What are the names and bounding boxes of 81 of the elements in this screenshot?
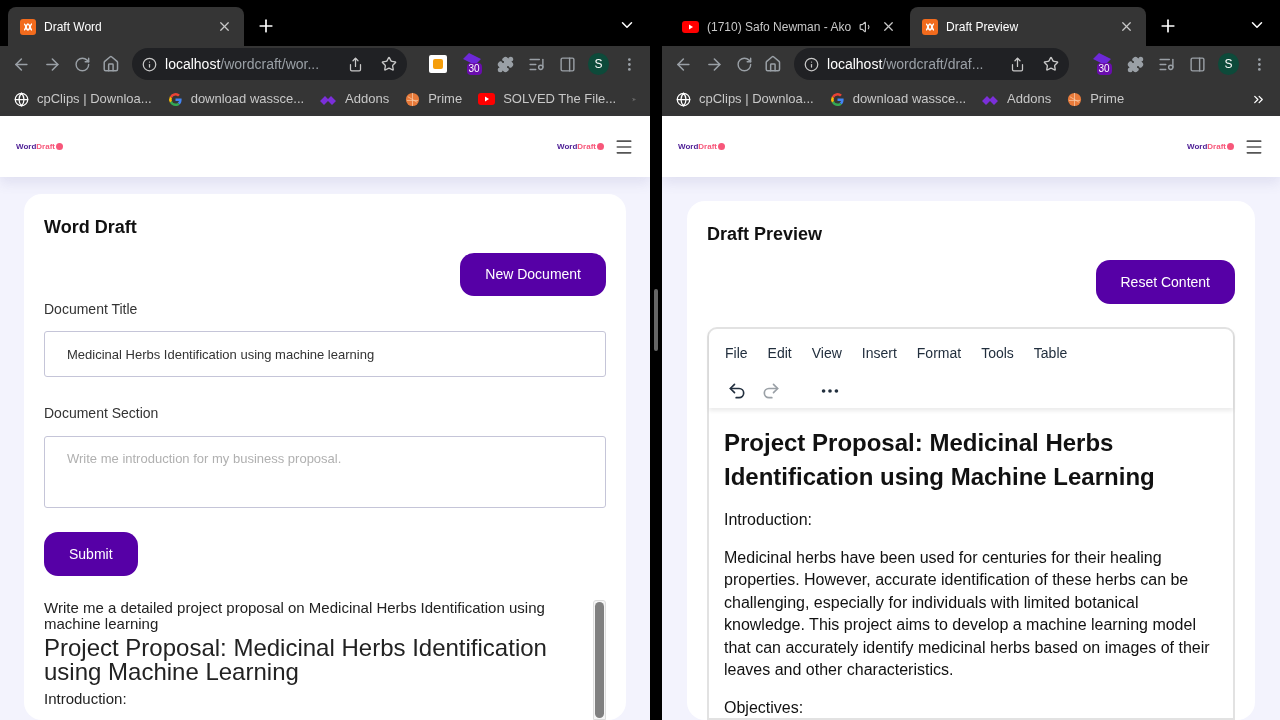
scrollbar[interactable] bbox=[593, 600, 606, 720]
bookmark-item[interactable]: cpClips | Downloa... bbox=[14, 89, 152, 109]
bookmark-item[interactable]: cpClips | Downloa... bbox=[676, 89, 814, 109]
paragraph: Introduction: bbox=[44, 689, 128, 709]
tab-title: Draft Word bbox=[44, 18, 103, 36]
bookmark-item[interactable]: Prime bbox=[1067, 89, 1125, 109]
extensions-icon[interactable] bbox=[1126, 55, 1144, 73]
extension-badge: 30 bbox=[466, 63, 482, 75]
close-icon[interactable] bbox=[217, 19, 232, 34]
bookmark-item[interactable]: download wassce... bbox=[829, 89, 967, 109]
card-title: Draft Preview bbox=[707, 223, 824, 246]
field-label: Document Section bbox=[44, 404, 160, 423]
address-bar[interactable]: localhost/wordcraft/wor... bbox=[132, 48, 407, 80]
bookmark-item[interactable]: Addons bbox=[320, 89, 390, 109]
share-icon[interactable] bbox=[347, 56, 363, 72]
reload-icon[interactable] bbox=[735, 55, 753, 73]
profile-avatar[interactable]: S bbox=[1217, 53, 1240, 75]
profile-avatar[interactable]: S bbox=[587, 53, 610, 75]
bookmark-item[interactable]: SOLVED The File... bbox=[478, 89, 617, 109]
url-text: localhost/wordcraft/draf... bbox=[827, 54, 985, 74]
menu-item[interactable]: Table bbox=[1025, 341, 1076, 366]
reset-content-button[interactable]: Reset Content bbox=[1095, 260, 1235, 304]
globe-icon bbox=[676, 91, 691, 107]
paragraph: Introduction: bbox=[724, 510, 814, 530]
side-panel-icon[interactable] bbox=[558, 55, 576, 73]
diamond-logo-icon bbox=[320, 93, 338, 105]
home-icon[interactable] bbox=[764, 55, 782, 73]
menu-item[interactable]: Tools bbox=[973, 341, 1022, 366]
tab-title: (1710) Safo Newman - Ako bbox=[707, 18, 852, 36]
app-logo-icon bbox=[922, 18, 939, 35]
play-logo-icon bbox=[682, 20, 699, 33]
google-logo-icon bbox=[167, 91, 183, 107]
app-logo[interactable]: WordDraft bbox=[557, 142, 604, 151]
document-heading: Project Proposal: Medicinal Herbs Identification using Machine Learning bbox=[44, 636, 548, 684]
new-document-button[interactable]: New Document bbox=[460, 253, 606, 296]
google-logo-icon bbox=[829, 91, 845, 107]
submit-button[interactable]: Submit bbox=[44, 532, 138, 576]
section-field[interactable]: Write me introduction for my business proposal. bbox=[44, 436, 606, 508]
card-title: Word Draft bbox=[44, 216, 138, 239]
info-icon bbox=[804, 56, 819, 72]
menu-item[interactable]: View bbox=[803, 341, 850, 366]
globe-icon bbox=[14, 91, 29, 107]
field-label: Document Title bbox=[44, 300, 139, 319]
home-icon[interactable] bbox=[102, 55, 120, 73]
browser-tab[interactable]: (1710) Safo Newman - Ako bbox=[670, 7, 909, 46]
play-logo-icon bbox=[478, 93, 496, 105]
reload-icon[interactable] bbox=[73, 55, 91, 73]
extension-icon[interactable] bbox=[428, 55, 447, 73]
diamond-logo-icon bbox=[982, 93, 1000, 105]
paragraph: Objectives: bbox=[724, 697, 805, 718]
side-panel-icon[interactable] bbox=[1188, 55, 1206, 73]
paragraph: Medicinal herbs have been used for centuries for their healing properties. However, accurate identification of these herbs can be challenging, especially for individuals with limited botanical knowledge. This project aims to develop a machine learning model that can accurately identify medicinal herbs based on images of their leaves and other characteristics. bbox=[724, 547, 1211, 680]
bookmark-item[interactable]: Prime bbox=[405, 89, 463, 109]
split-handle[interactable] bbox=[654, 289, 658, 351]
ball-icon bbox=[405, 91, 421, 107]
undo-icon[interactable] bbox=[727, 381, 747, 401]
bookmark-item[interactable]: download wassce... bbox=[167, 89, 305, 109]
menu-item[interactable]: File bbox=[717, 341, 756, 366]
title-field[interactable]: Medicinal Herbs Identification using machine learning bbox=[44, 331, 606, 377]
tab-title: Draft Preview bbox=[946, 18, 1020, 36]
app-logo-icon bbox=[20, 18, 36, 35]
ball-icon bbox=[1067, 91, 1083, 107]
menu-item[interactable]: Insert bbox=[853, 341, 905, 366]
info-icon bbox=[142, 56, 157, 72]
app-logo[interactable]: WordDraft bbox=[16, 142, 63, 151]
url-text: localhost/wordcraft/wor... bbox=[165, 54, 321, 74]
prompt-text: Write me a detailed project proposal on Medicinal Herbs Identification using machine learning bbox=[44, 600, 546, 632]
browser-tab[interactable]: Draft Preview bbox=[910, 7, 1147, 46]
bookmark-star-icon[interactable] bbox=[1042, 56, 1059, 72]
extension-badge: 30 bbox=[1096, 63, 1112, 75]
bookmark-item[interactable]: Addons bbox=[982, 89, 1052, 109]
browser-tab[interactable]: Draft Word bbox=[8, 7, 244, 46]
menu-item[interactable]: Edit bbox=[759, 341, 800, 366]
extensions-icon[interactable] bbox=[496, 55, 514, 73]
share-icon[interactable] bbox=[1009, 56, 1025, 72]
app-logo[interactable]: WordDraft bbox=[678, 142, 725, 151]
document-heading: Project Proposal: Medicinal Herbs Identification using Machine Learning bbox=[724, 428, 1156, 492]
app-logo[interactable]: WordDraft bbox=[1187, 142, 1234, 151]
address-bar[interactable]: localhost/wordcraft/draf... bbox=[794, 48, 1069, 80]
menu-item[interactable]: Format bbox=[908, 341, 970, 366]
bookmark-star-icon[interactable] bbox=[380, 56, 397, 72]
